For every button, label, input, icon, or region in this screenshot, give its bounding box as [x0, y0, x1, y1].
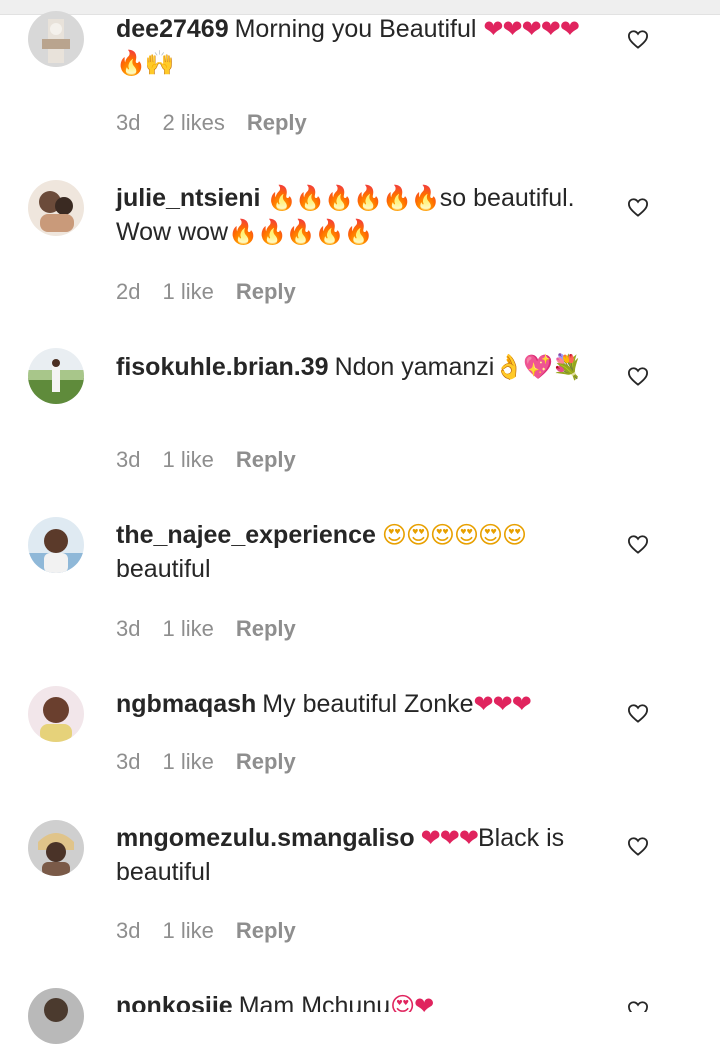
heart-outline-icon[interactable]	[624, 699, 652, 727]
comment-username[interactable]: nonkosiie	[116, 992, 233, 1012]
comment-meta: 3d 1 like Reply	[116, 615, 318, 643]
comment-username[interactable]: the_najee_experience	[116, 521, 376, 549]
comment-likes[interactable]: 1 like	[162, 446, 213, 474]
comment-username[interactable]: mngomezulu.smangaliso	[116, 824, 415, 852]
comment-emoji: 😍😍😍😍😍😍	[381, 521, 527, 549]
comment-emoji: 😍❤	[390, 992, 434, 1012]
comment-emoji: 🔥🔥🔥🔥🔥	[228, 218, 373, 246]
reply-button[interactable]: Reply	[236, 615, 296, 643]
comment-message: Morning you Beautiful	[234, 15, 477, 43]
comment-time: 3d	[116, 616, 141, 641]
reply-button[interactable]: Reply	[236, 278, 296, 306]
comment-text: julie_ntsieni 🔥🔥🔥🔥🔥🔥so beautiful. Wow wow…	[116, 181, 596, 249]
comment-meta: 2d 1 like Reply	[116, 278, 318, 306]
comment-text: ngbmaqash My beautiful Zonke❤❤❤	[116, 687, 596, 721]
comment-emoji: 👌💖💐	[494, 353, 582, 381]
comment-likes[interactable]: 1 like	[162, 278, 213, 306]
comment-message: Mam Mchunu	[238, 992, 391, 1012]
avatar[interactable]	[28, 11, 84, 67]
comment-username[interactable]: julie_ntsieni	[116, 184, 260, 212]
comment-username[interactable]: ngbmaqash	[116, 690, 256, 718]
comment-text: the_najee_experience 😍😍😍😍😍😍 beautiful	[116, 518, 596, 586]
reply-button[interactable]: Reply	[236, 446, 296, 474]
avatar[interactable]	[28, 180, 84, 236]
comment-likes[interactable]: 1 like	[162, 917, 213, 945]
comment-emoji: ❤❤❤	[420, 824, 479, 852]
reply-button[interactable]: Reply	[236, 917, 296, 945]
avatar[interactable]	[28, 348, 84, 404]
comment-text: mngomezulu.smangaliso ❤❤❤Black is beautif…	[116, 821, 596, 889]
comment-likes[interactable]: 2 likes	[162, 109, 224, 137]
comment-emoji: ❤❤❤	[473, 690, 532, 718]
avatar[interactable]	[28, 988, 84, 1044]
comment-message: My beautiful Zonke	[262, 690, 474, 718]
comment-username[interactable]: dee27469	[116, 15, 229, 43]
comment-text: fisokuhle.brian.39 Ndon yamanzi👌💖💐	[116, 350, 596, 384]
comment-time: 3d	[116, 918, 141, 943]
heart-outline-icon[interactable]	[624, 25, 652, 53]
heart-outline-icon[interactable]	[624, 1000, 652, 1012]
comment-time: 3d	[116, 447, 141, 472]
heart-outline-icon[interactable]	[624, 832, 652, 860]
comment-likes[interactable]: 1 like	[162, 615, 213, 643]
comment-message: Ndon yamanzi	[334, 353, 495, 381]
comment-meta: 3d 1 like Reply	[116, 748, 318, 776]
comment-time: 3d	[116, 110, 141, 135]
reply-button[interactable]: Reply	[236, 748, 296, 776]
heart-outline-icon[interactable]	[624, 362, 652, 390]
comment-likes[interactable]: 1 like	[162, 748, 213, 776]
comment-text: dee27469 Morning you Beautiful ❤❤❤❤❤🔥🙌	[116, 12, 596, 80]
comment-message: beautiful	[116, 555, 211, 583]
reply-button[interactable]: Reply	[247, 109, 307, 137]
heart-outline-icon[interactable]	[624, 193, 652, 221]
comment-time: 2d	[116, 279, 141, 304]
comment-text: nonkosiie Mam Mchunu😍❤	[116, 989, 596, 1012]
comment-emoji: 🔥🔥🔥🔥🔥🔥	[266, 184, 440, 212]
comment-username[interactable]: fisokuhle.brian.39	[116, 353, 329, 381]
comment-meta: 3d 2 likes Reply	[116, 109, 329, 137]
comment-meta: 3d 1 like Reply	[116, 917, 318, 945]
comment-time: 3d	[116, 749, 141, 774]
avatar[interactable]	[28, 820, 84, 876]
heart-outline-icon[interactable]	[624, 530, 652, 558]
avatar[interactable]	[28, 686, 84, 742]
avatar[interactable]	[28, 517, 84, 573]
comment-meta: 3d 1 like Reply	[116, 446, 318, 474]
